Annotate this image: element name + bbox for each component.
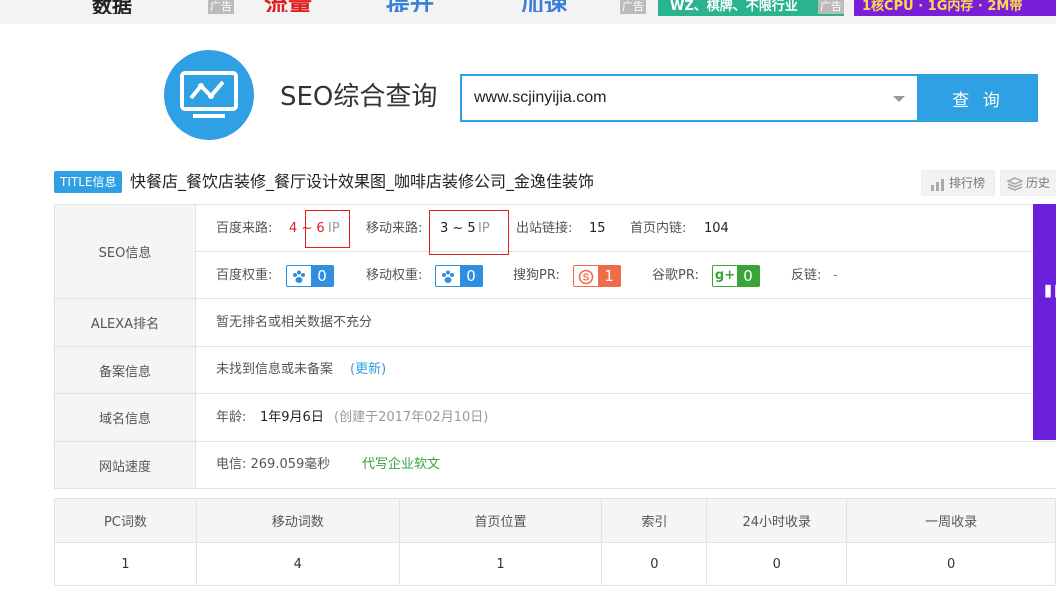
ad-banner-3[interactable]: 提升 [386, 0, 506, 12]
alexa-value: 暂无排名或相关数据不充分 [216, 315, 373, 330]
baidu-source-value: 4 ~ 6 [289, 221, 325, 236]
ad-banner-4[interactable]: 加速 [520, 0, 620, 12]
stats-header: 一周收录 [846, 498, 1056, 543]
stats-header: 移动词数 [195, 498, 400, 543]
icp-value: 未找到信息或未备案 [216, 362, 334, 377]
stats-value: 1 [398, 542, 603, 586]
sogou-pr-value: 1 [604, 267, 614, 285]
internal-links-label: 首页内链: [630, 221, 687, 236]
alexa-label: ALEXA排名 [54, 299, 196, 346]
stats-value-row: 1 4 1 0 0 0 [54, 542, 1056, 586]
paw-icon [287, 266, 311, 286]
svg-text:S: S [583, 273, 590, 284]
outbound-label: 出站链接: [516, 221, 573, 236]
stats-value: 1 [54, 542, 197, 586]
baidu-weight-label: 百度权重: [216, 268, 273, 283]
domain-label: 域名信息 [54, 394, 196, 441]
baidu-source-label: 百度来路: [216, 221, 273, 236]
mobile-source-label: 移动来路: [366, 221, 423, 236]
history-label: 历史 [1026, 176, 1051, 190]
backlinks-label: 反链: [791, 268, 822, 283]
info-table: SEO信息 百度来路: 4 ~ 6 IP 移动来路: 3 ~ 5 IP 出站链接… [54, 204, 1056, 489]
history-button[interactable]: 历史 [1000, 170, 1056, 196]
backlinks-value[interactable]: - [833, 266, 838, 286]
google-pr-badge[interactable]: g+ 0 [712, 265, 760, 287]
internal-links-value: 104 [704, 221, 729, 236]
mobile-source-value: 3 ~ 5 [440, 221, 476, 236]
search-button[interactable]: 查 询 [918, 74, 1038, 122]
chevron-down-icon[interactable] [893, 96, 905, 102]
google-pr-label: 谷歌PR: [652, 268, 699, 283]
paw-icon [436, 266, 460, 286]
seo-row: SEO信息 百度来路: 4 ~ 6 IP 移动来路: 3 ~ 5 IP 出站链接… [54, 205, 1056, 299]
site-logo[interactable] [164, 50, 254, 140]
sogou-icon: S [574, 266, 598, 286]
layers-icon [1006, 176, 1024, 191]
ad-tag: 广告 [208, 0, 234, 14]
ad-tag: 广告 [620, 0, 646, 14]
baidu-weight-badge[interactable]: 0 [286, 265, 334, 287]
stats-header: 24小时收录 [706, 498, 848, 543]
stats-value: 0 [601, 542, 708, 586]
ip-unit: IP [478, 221, 490, 236]
speed-ad-link[interactable]: 代写企业软文 [362, 455, 440, 475]
ad-banner-1[interactable]: 数据 [92, 0, 210, 14]
monitor-chart-icon [180, 71, 238, 118]
ad-tag: 广告 [818, 0, 844, 14]
speed-value: 电信: 269.059毫秒 [216, 457, 331, 472]
divider [196, 251, 1034, 252]
ip-unit: IP [328, 221, 340, 236]
side-ad-glyph: " [1041, 278, 1056, 328]
domain-created: (创建于2017年02月10日) [334, 410, 489, 425]
seo-label: SEO信息 [54, 205, 196, 298]
google-pr-value: 0 [743, 267, 753, 285]
side-ad-banner[interactable]: " [1033, 204, 1056, 440]
mobile-weight-badge[interactable]: 0 [435, 265, 483, 287]
ad-banner-6[interactable]: 1核CPU · 1G内存 · 2M带 [854, 0, 1056, 16]
mobile-weight-value: 0 [466, 267, 476, 285]
stats-table: PC词数 移动词数 首页位置 索引 24小时收录 一周收录 1 4 1 0 0 … [54, 498, 1056, 586]
stats-header-row: PC词数 移动词数 首页位置 索引 24小时收录 一周收录 [54, 498, 1056, 543]
domain-row: 域名信息 年龄: 1年9月6日 (创建于2017年02月10日) [54, 394, 1056, 442]
bar-chart-icon [931, 178, 944, 191]
stats-value: 0 [706, 542, 848, 586]
stats-header: 首页位置 [398, 498, 603, 543]
domain-age-label: 年龄: [216, 410, 247, 425]
search-input[interactable] [462, 76, 862, 120]
sogou-pr-badge[interactable]: S1 [573, 265, 621, 287]
search-box [460, 74, 919, 122]
icp-row: 备案信息 未找到信息或未备案 (更新) [54, 347, 1056, 394]
domain-age-value: 1年9月6日 [260, 410, 324, 425]
ad-banner-2[interactable]: 流量 [264, 0, 384, 12]
stats-value: 0 [846, 542, 1056, 586]
speed-label: 网站速度 [54, 442, 196, 488]
stats-header: PC词数 [54, 498, 197, 543]
page-title: SEO综合查询 [280, 82, 438, 112]
google-plus-icon: g+ [713, 266, 737, 286]
title-badge: TITLE信息 [54, 171, 123, 193]
rank-button[interactable]: 排行榜 [921, 170, 995, 196]
site-title-text: 快餐店_餐饮店装修_餐厅设计效果图_咖啡店装修公司_金逸佳装饰 [130, 172, 595, 191]
ad-strip: 数据 广告 流量 提升 加速 广告 WZ、棋牌、不限行业 广告 1核CPU · … [0, 0, 1056, 24]
icp-label: 备案信息 [54, 347, 196, 393]
stats-value: 4 [195, 542, 400, 586]
stats-header: 索引 [601, 498, 708, 543]
speed-row: 网站速度 电信: 269.059毫秒 代写企业软文 [54, 442, 1056, 489]
outbound-value: 15 [589, 221, 606, 236]
mobile-weight-label: 移动权重: [366, 268, 423, 283]
alexa-row: ALEXA排名 暂无排名或相关数据不充分 [54, 299, 1056, 347]
rank-label: 排行榜 [949, 176, 986, 190]
ad-banner-5[interactable]: WZ、棋牌、不限行业 [658, 0, 844, 16]
icp-update-link[interactable]: (更新) [350, 360, 386, 380]
sogou-pr-label: 搜狗PR: [513, 268, 560, 283]
baidu-weight-value: 0 [317, 267, 327, 285]
